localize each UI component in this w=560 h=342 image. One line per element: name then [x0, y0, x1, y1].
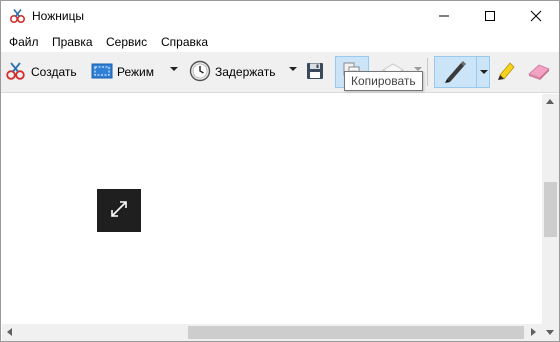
snipping-tool-window: Ножницы Файл Правка Сервис Справка Созда… — [0, 0, 560, 342]
new-snip-button[interactable]: Создать — [5, 56, 77, 88]
eraser-button[interactable] — [525, 56, 553, 88]
scissors-app-icon — [9, 8, 27, 24]
window-title: Ножницы — [32, 9, 85, 23]
delay-dropdown-arrow-icon[interactable] — [289, 67, 297, 71]
snip-canvas[interactable] — [2, 94, 542, 324]
horizontal-scrollbar[interactable] — [2, 324, 542, 341]
toolbar-separator — [427, 58, 428, 86]
pen-dropdown-arrow-icon[interactable] — [480, 70, 488, 74]
scroll-left-arrow-icon[interactable] — [7, 328, 12, 336]
expand-button[interactable] — [97, 189, 141, 232]
eraser-icon — [526, 61, 552, 84]
scroll-up-arrow-icon[interactable] — [546, 99, 554, 104]
pen-icon — [442, 58, 468, 87]
scissors-icon — [5, 61, 27, 84]
scrollbar-corner — [542, 324, 559, 341]
new-snip-label: Создать — [31, 65, 77, 79]
scroll-right-arrow-icon[interactable] — [531, 328, 536, 336]
scroll-down-arrow-icon[interactable] — [546, 330, 554, 335]
maximize-icon — [485, 11, 495, 21]
close-icon — [530, 10, 542, 22]
horizontal-scroll-thumb[interactable] — [188, 326, 524, 339]
highlighter-icon — [494, 59, 518, 86]
title-bar: Ножницы — [1, 1, 559, 31]
minimize-icon — [439, 15, 449, 17]
menu-edit[interactable]: Правка — [52, 35, 93, 49]
vertical-scrollbar[interactable] — [542, 94, 559, 324]
toolbar: Создать Режим Задержать — [1, 52, 559, 93]
menu-bar: Файл Правка Сервис Справка — [1, 32, 559, 52]
pen-split-divider — [476, 57, 477, 87]
clock-icon — [189, 60, 211, 85]
expand-arrows-icon — [109, 199, 129, 222]
mode-button[interactable]: Режим — [91, 56, 154, 88]
copy-tooltip: Копировать — [344, 71, 423, 91]
close-button[interactable] — [513, 1, 559, 31]
pen-button[interactable] — [434, 56, 490, 88]
floppy-disk-icon — [306, 62, 324, 83]
menu-file[interactable]: Файл — [9, 35, 39, 49]
mode-dropdown-arrow-icon[interactable] — [170, 67, 178, 71]
delay-label: Задержать — [215, 65, 276, 79]
highlighter-button[interactable] — [493, 56, 519, 88]
menu-tools[interactable]: Сервис — [106, 35, 147, 49]
maximize-button[interactable] — [467, 1, 513, 31]
minimize-button[interactable] — [421, 1, 467, 31]
rectangle-snip-icon — [91, 62, 113, 83]
menu-help[interactable]: Справка — [161, 35, 208, 49]
vertical-scroll-thumb[interactable] — [544, 182, 557, 237]
mode-label: Режим — [117, 65, 154, 79]
save-button[interactable] — [305, 56, 325, 88]
delay-button[interactable]: Задержать — [189, 56, 275, 88]
